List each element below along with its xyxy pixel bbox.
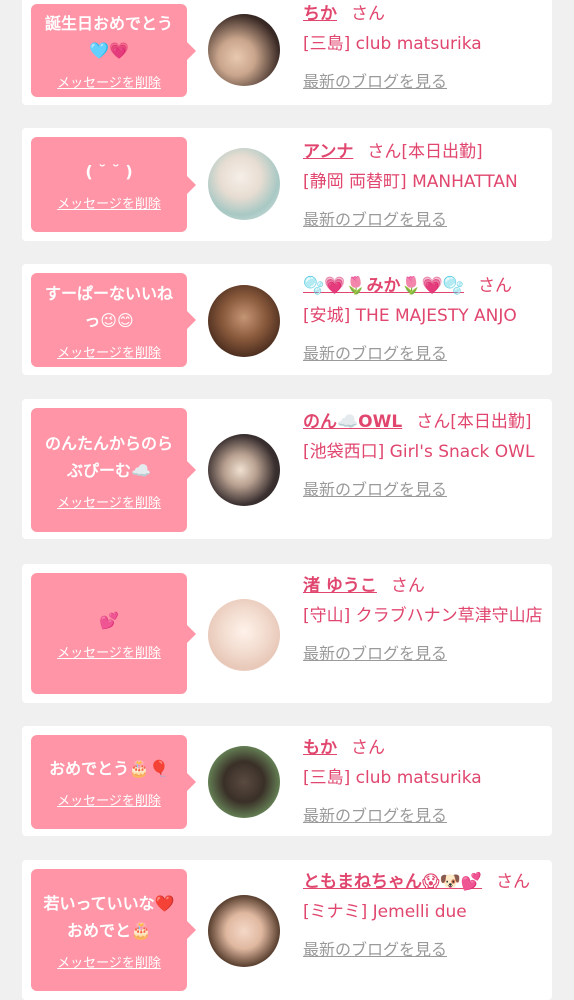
message-bubble: すーぱーないいね っ😉😊 メッセージを削除: [31, 273, 196, 367]
avatar[interactable]: [208, 285, 280, 357]
message-bubble: のんたんからのら ぶぴーむ☁️ メッセージを削除: [31, 408, 196, 532]
avatar[interactable]: [208, 746, 280, 818]
avatar[interactable]: [208, 895, 280, 967]
honorific: さん: [367, 142, 402, 162]
message-text: のんたんからのら ぶぴーむ☁️: [44, 433, 173, 480]
honorific: さん: [351, 738, 385, 758]
honorific: さん: [351, 4, 385, 24]
message-card: 💕 メッセージを削除 渚 ゆうこ さん [守山] クラブハナン草津守山店 最新のブ…: [22, 564, 552, 703]
latest-blog-link[interactable]: 最新のブログを見る: [303, 206, 447, 230]
message-bubble: 誕生日おめでとう 🩵💗 メッセージを削除: [31, 4, 196, 97]
status-tag: [本日出勤]: [401, 142, 483, 162]
latest-blog-link[interactable]: 最新のブログを見る: [303, 68, 447, 92]
latest-blog-link[interactable]: 最新のブログを見る: [303, 640, 447, 664]
latest-blog-link[interactable]: 最新のブログを見る: [303, 340, 447, 364]
message-bubble: おめでとう🎂🎈 メッセージを削除: [31, 735, 196, 829]
shop-name: [ミナミ] Jemelli due: [303, 902, 467, 922]
shop-name: [三島] club matsurika: [303, 34, 482, 54]
latest-blog-link[interactable]: 最新のブログを見る: [303, 936, 447, 960]
honorific: さん: [478, 276, 513, 296]
profile-name-link[interactable]: ともまねちゃん😱🐶💕: [303, 872, 482, 892]
message-card: すーぱーないいね っ😉😊 メッセージを削除 🫧💗🌷みか🌷💗🫧 さん [安城] TH…: [22, 264, 552, 375]
honorific: さん: [496, 872, 531, 892]
message-card: 若いっていいな❤️ おめでと🎂 メッセージを削除 ともまねちゃん😱🐶💕 さん [ミ…: [22, 860, 552, 1000]
message-text: 💕: [99, 610, 119, 630]
message-text: おめでとう🎂🎈: [49, 759, 169, 778]
shop-name: [静岡 両替町] MANHATTAN: [303, 172, 518, 192]
avatar[interactable]: [208, 599, 280, 671]
avatar[interactable]: [208, 434, 280, 506]
message-card: のんたんからのら ぶぴーむ☁️ メッセージを削除 のん☁️OWL さん[本日出勤]…: [22, 399, 552, 539]
message-bubble: 若いっていいな❤️ おめでと🎂 メッセージを削除: [31, 869, 196, 991]
message-text: すーぱーないいね っ😉😊: [44, 283, 173, 330]
latest-blog-link[interactable]: 最新のブログを見る: [303, 802, 447, 826]
profile-name-link[interactable]: もか: [303, 738, 337, 758]
profile-name-link[interactable]: 渚 ゆうこ: [303, 576, 377, 596]
delete-message-link[interactable]: メッセージを削除: [57, 790, 161, 809]
message-text: 若いっていいな❤️ おめでと🎂: [43, 893, 175, 940]
message-text: 誕生日おめでとう 🩵💗: [44, 14, 173, 60]
delete-message-link[interactable]: メッセージを削除: [57, 72, 161, 91]
message-card: 誕生日おめでとう 🩵💗 メッセージを削除 ちか さん [三島] club mats…: [22, 0, 552, 105]
delete-message-link[interactable]: メッセージを削除: [57, 642, 161, 661]
message-text: ( ˘ ˘ ): [85, 161, 133, 181]
shop-name: [安城] THE MAJESTY ANJO: [303, 306, 517, 326]
shop-name: [三島] club matsurika: [303, 768, 482, 788]
profile-name-link[interactable]: のん☁️OWL: [303, 412, 402, 432]
delete-message-link[interactable]: メッセージを削除: [57, 492, 161, 511]
shop-name: [池袋西口] Girl's Snack OWL: [303, 442, 535, 462]
latest-blog-link[interactable]: 最新のブログを見る: [303, 476, 447, 500]
shop-name: [守山] クラブハナン草津守山店: [303, 606, 543, 626]
profile-name-link[interactable]: ちか: [303, 4, 337, 24]
delete-message-link[interactable]: メッセージを削除: [57, 193, 161, 212]
delete-message-link[interactable]: メッセージを削除: [57, 952, 161, 971]
status-tag: [本日出勤]: [450, 412, 532, 432]
honorific: さん: [416, 412, 451, 432]
delete-message-link[interactable]: メッセージを削除: [57, 342, 161, 361]
honorific: さん: [390, 576, 425, 596]
avatar[interactable]: [208, 14, 280, 86]
message-bubble: ( ˘ ˘ ) メッセージを削除: [31, 137, 196, 232]
message-card: おめでとう🎂🎈 メッセージを削除 もか さん [三島] club matsurik…: [22, 726, 552, 836]
message-bubble: 💕 メッセージを削除: [31, 573, 196, 694]
message-card: ( ˘ ˘ ) メッセージを削除 アンナ さん[本日出勤] [静岡 両替町] MA…: [22, 128, 552, 241]
profile-name-link[interactable]: 🫧💗🌷みか🌷💗🫧: [303, 276, 464, 296]
profile-name-link[interactable]: アンナ: [303, 142, 353, 162]
avatar[interactable]: [208, 148, 280, 220]
